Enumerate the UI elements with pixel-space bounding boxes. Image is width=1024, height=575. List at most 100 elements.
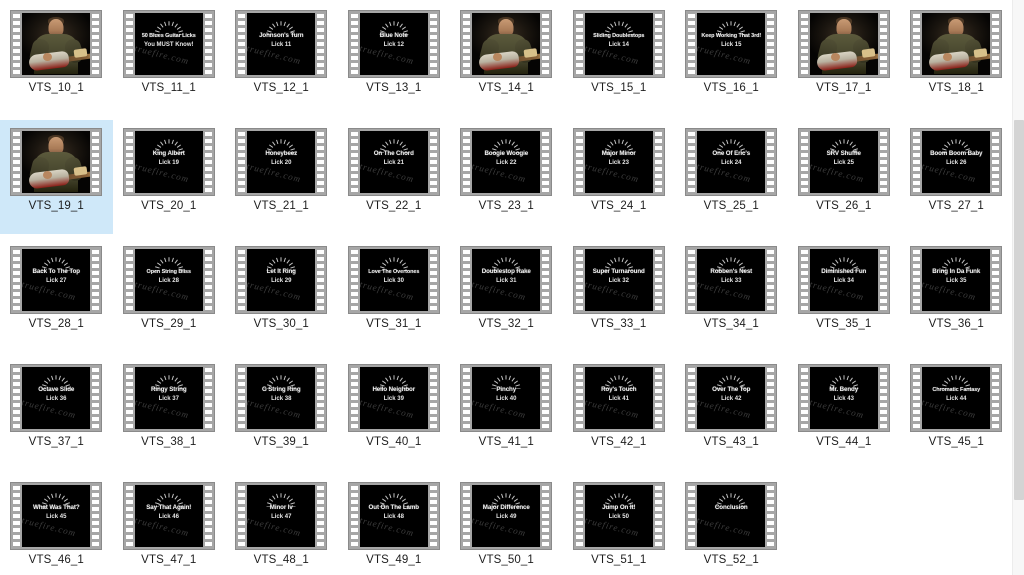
- file-item[interactable]: One Of Eric's Lick 24 truefire.com VTS_25_1: [675, 120, 788, 234]
- file-item[interactable]: Boom Boom Baby Lick 26 truefire.com VTS_27_…: [900, 120, 1013, 234]
- file-item[interactable]: Major Difference Lick 49 truefire.com VTS_5…: [450, 474, 563, 575]
- filmstrip-thumbnail-icon[interactable]: Back To The Top Lick 27 truefire.com: [10, 246, 103, 314]
- filmstrip-thumbnail-icon[interactable]: Love The Overtones Lick 30 truefire.com: [347, 246, 440, 314]
- filmstrip-thumbnail-icon[interactable]: Bring In Da Funk Lick 35 truefire.com: [910, 246, 1003, 314]
- file-item[interactable]: Over The Top Lick 42 truefire.com VTS_43_1: [675, 356, 788, 470]
- file-item[interactable]: VTS_10_1: [0, 2, 113, 116]
- filmstrip-thumbnail-icon[interactable]: Johnson's Turn Lick 11 truefire.com: [235, 10, 328, 78]
- filmstrip-sprockets-left: [800, 249, 809, 311]
- video-subtitle-text: Lick 36: [46, 396, 67, 402]
- file-item[interactable]: Mr. Bendy Lick 43 truefire.com VTS_44_1: [788, 356, 901, 470]
- file-item[interactable]: Blue Note Lick 12 truefire.com VTS_13_1: [338, 2, 451, 116]
- file-item[interactable]: G String Ring Lick 38 truefire.com VTS_39_1: [225, 356, 338, 470]
- file-item[interactable]: Diminished Fun Lick 34 truefire.com VTS_35_…: [788, 238, 901, 352]
- file-item[interactable]: Minor Iv Lick 47 truefire.com VTS_48_1: [225, 474, 338, 575]
- file-item[interactable]: Johnson's Turn Lick 11 truefire.com VTS_12_…: [225, 2, 338, 116]
- filmstrip-thumbnail-icon[interactable]: Over The Top Lick 42 truefire.com: [685, 364, 778, 432]
- filmstrip-thumbnail-icon[interactable]: Keep Working That 3rd! Lick 15 truefire.co…: [685, 10, 778, 78]
- filmstrip-thumbnail-icon[interactable]: Mr. Bendy Lick 43 truefire.com: [797, 364, 890, 432]
- file-item[interactable]: Chromatic Fantasy Lick 44 truefire.com VTS_…: [900, 356, 1013, 470]
- file-item[interactable]: Say That Again! Lick 46 truefire.com VTS_47…: [113, 474, 226, 575]
- file-item[interactable]: Super Turnaround Lick 32 truefire.com VTS_3…: [563, 238, 676, 352]
- file-item[interactable]: On The Chord Lick 21 truefire.com VTS_22_1: [338, 120, 451, 234]
- file-item[interactable]: What Was That? Lick 45 truefire.com VTS_46_…: [0, 474, 113, 575]
- filmstrip-thumbnail-icon[interactable]: 50 Blues Guitar Licks You MUST Know! truef…: [122, 10, 215, 78]
- file-item[interactable]: Major Minor Lick 23 truefire.com VTS_24_1: [563, 120, 676, 234]
- file-item[interactable]: Octave Slide Lick 36 truefire.com VTS_37_1: [0, 356, 113, 470]
- filmstrip-thumbnail-icon[interactable]: Blue Note Lick 12 truefire.com: [347, 10, 440, 78]
- file-item[interactable]: Keep Working That 3rd! Lick 15 truefire.co…: [675, 2, 788, 116]
- filmstrip-thumbnail-icon[interactable]: Minor Iv Lick 47 truefire.com: [235, 482, 328, 550]
- filmstrip-thumbnail-icon[interactable]: [797, 10, 890, 78]
- filmstrip-thumbnail-icon[interactable]: Robben's Nest Lick 33 truefire.com: [685, 246, 778, 314]
- video-subtitle-text: Lick 43: [833, 396, 854, 402]
- filmstrip-thumbnail-icon[interactable]: Chromatic Fantasy Lick 44 truefire.com: [910, 364, 1003, 432]
- filmstrip-thumbnail-icon[interactable]: Major Minor Lick 23 truefire.com: [572, 128, 665, 196]
- filmstrip-thumbnail-icon[interactable]: Out On The Lamb Lick 48 truefire.com: [347, 482, 440, 550]
- file-name-label: VTS_45_1: [928, 436, 984, 448]
- file-item[interactable]: Bring In Da Funk Lick 35 truefire.com VTS_3…: [900, 238, 1013, 352]
- file-item[interactable]: Let It Ring Lick 29 truefire.com VTS_30_1: [225, 238, 338, 352]
- filmstrip-thumbnail-icon[interactable]: King Albert Lick 19 truefire.com: [122, 128, 215, 196]
- filmstrip-thumbnail-icon[interactable]: Sliding Doublestops Lick 14 truefire.com: [572, 10, 665, 78]
- video-title-text: King Albert: [152, 150, 185, 157]
- filmstrip-thumbnail-icon[interactable]: SRV Shuffle Lick 25 truefire.com: [797, 128, 890, 196]
- video-title-text: One Of Eric's: [712, 150, 751, 157]
- filmstrip-thumbnail-icon[interactable]: Doublestop Rake Lick 31 truefire.com: [460, 246, 553, 314]
- filmstrip-thumbnail-icon[interactable]: Octave Slide Lick 36 truefire.com: [10, 364, 103, 432]
- file-item[interactable]: Out On The Lamb Lick 48 truefire.com VTS_49…: [338, 474, 451, 575]
- filmstrip-thumbnail-icon[interactable]: Say That Again! Lick 46 truefire.com: [122, 482, 215, 550]
- file-item[interactable]: Conclusion truefire.com VTS_52_1: [675, 474, 788, 575]
- filmstrip-thumbnail-icon[interactable]: Roy's Touch Lick 41 truefire.com: [572, 364, 665, 432]
- filmstrip-thumbnail-icon[interactable]: Let It Ring Lick 29 truefire.com: [235, 246, 328, 314]
- filmstrip-thumbnail-icon[interactable]: On The Chord Lick 21 truefire.com: [347, 128, 440, 196]
- file-item[interactable]: Doublestop Rake Lick 31 truefire.com VTS_32…: [450, 238, 563, 352]
- file-item[interactable]: Jump On It! Lick 50 truefire.com VTS_51_1: [563, 474, 676, 575]
- filmstrip-thumbnail-icon[interactable]: Open String Bliss Lick 28 truefire.com: [122, 246, 215, 314]
- vertical-scrollbar[interactable]: [1012, 0, 1024, 575]
- file-item[interactable]: Pinchy Lick 40 truefire.com VTS_41_1: [450, 356, 563, 470]
- file-item[interactable]: Sliding Doublestops Lick 14 truefire.com VT…: [563, 2, 676, 116]
- filmstrip-thumbnail-icon[interactable]: Ringy String Lick 37 truefire.com: [122, 364, 215, 432]
- file-item[interactable]: Love The Overtones Lick 30 truefire.com VTS…: [338, 238, 451, 352]
- file-item[interactable]: Boogie Woogie Lick 22 truefire.com VTS_23_1: [450, 120, 563, 234]
- file-item[interactable]: Back To The Top Lick 27 truefire.com VTS_28…: [0, 238, 113, 352]
- vertical-scrollbar-thumb[interactable]: [1014, 120, 1024, 500]
- filmstrip-thumbnail-icon[interactable]: [910, 10, 1003, 78]
- filmstrip-thumbnail-icon[interactable]: [10, 128, 103, 196]
- filmstrip-thumbnail-icon[interactable]: Jump On It! Lick 50 truefire.com: [572, 482, 665, 550]
- filmstrip-thumbnail-icon[interactable]: Major Difference Lick 49 truefire.com: [460, 482, 553, 550]
- file-icon-grid[interactable]: VTS_10_1 50 Blues Guitar Licks You MUST Kn…: [0, 0, 1012, 575]
- filmstrip-sprockets-right: [654, 13, 663, 75]
- filmstrip-thumbnail-icon[interactable]: Hello Neighbor Lick 39 truefire.com: [347, 364, 440, 432]
- video-subtitle-text: Lick 28: [158, 278, 179, 284]
- file-item[interactable]: VTS_14_1: [450, 2, 563, 116]
- filmstrip-thumbnail-icon[interactable]: Boom Boom Baby Lick 26 truefire.com: [910, 128, 1003, 196]
- file-item[interactable]: 50 Blues Guitar Licks You MUST Know! truef…: [113, 2, 226, 116]
- file-item[interactable]: Honeybeez Lick 20 truefire.com VTS_21_1: [225, 120, 338, 234]
- filmstrip-thumbnail-icon[interactable]: Super Turnaround Lick 32 truefire.com: [572, 246, 665, 314]
- file-item[interactable]: Open String Bliss Lick 28 truefire.com VTS_…: [113, 238, 226, 352]
- filmstrip-thumbnail-icon[interactable]: Diminished Fun Lick 34 truefire.com: [797, 246, 890, 314]
- file-item[interactable]: Hello Neighbor Lick 39 truefire.com VTS_40_…: [338, 356, 451, 470]
- video-subtitle-text: Lick 20: [271, 160, 292, 166]
- file-item[interactable]: Roy's Touch Lick 41 truefire.com VTS_42_1: [563, 356, 676, 470]
- file-item[interactable]: VTS_17_1: [788, 2, 901, 116]
- file-item[interactable]: King Albert Lick 19 truefire.com VTS_20_1: [113, 120, 226, 234]
- filmstrip-thumbnail-icon[interactable]: One Of Eric's Lick 24 truefire.com: [685, 128, 778, 196]
- file-item[interactable]: VTS_18_1: [900, 2, 1013, 116]
- filmstrip-thumbnail-icon[interactable]: G String Ring Lick 38 truefire.com: [235, 364, 328, 432]
- filmstrip-thumbnail-icon[interactable]: [460, 10, 553, 78]
- file-explorer-content-view[interactable]: VTS_10_1 50 Blues Guitar Licks You MUST Kn…: [0, 0, 1024, 575]
- filmstrip-thumbnail-icon[interactable]: What Was That? Lick 45 truefire.com: [10, 482, 103, 550]
- filmstrip-thumbnail-icon[interactable]: Honeybeez Lick 20 truefire.com: [235, 128, 328, 196]
- filmstrip-thumbnail-icon[interactable]: [10, 10, 103, 78]
- file-item[interactable]: Robben's Nest Lick 33 truefire.com VTS_34_1: [675, 238, 788, 352]
- file-item[interactable]: SRV Shuffle Lick 25 truefire.com VTS_26_1: [788, 120, 901, 234]
- filmstrip-thumbnail-icon[interactable]: Conclusion truefire.com: [685, 482, 778, 550]
- filmstrip-thumbnail-icon[interactable]: Pinchy Lick 40 truefire.com: [460, 364, 553, 432]
- file-item[interactable]: Ringy String Lick 37 truefire.com VTS_38_1: [113, 356, 226, 470]
- file-item[interactable]: VTS_19_1: [0, 120, 113, 234]
- video-frame-title-card: Bring In Da Funk Lick 35 truefire.com: [922, 249, 991, 311]
- filmstrip-thumbnail-icon[interactable]: Boogie Woogie Lick 22 truefire.com: [460, 128, 553, 196]
